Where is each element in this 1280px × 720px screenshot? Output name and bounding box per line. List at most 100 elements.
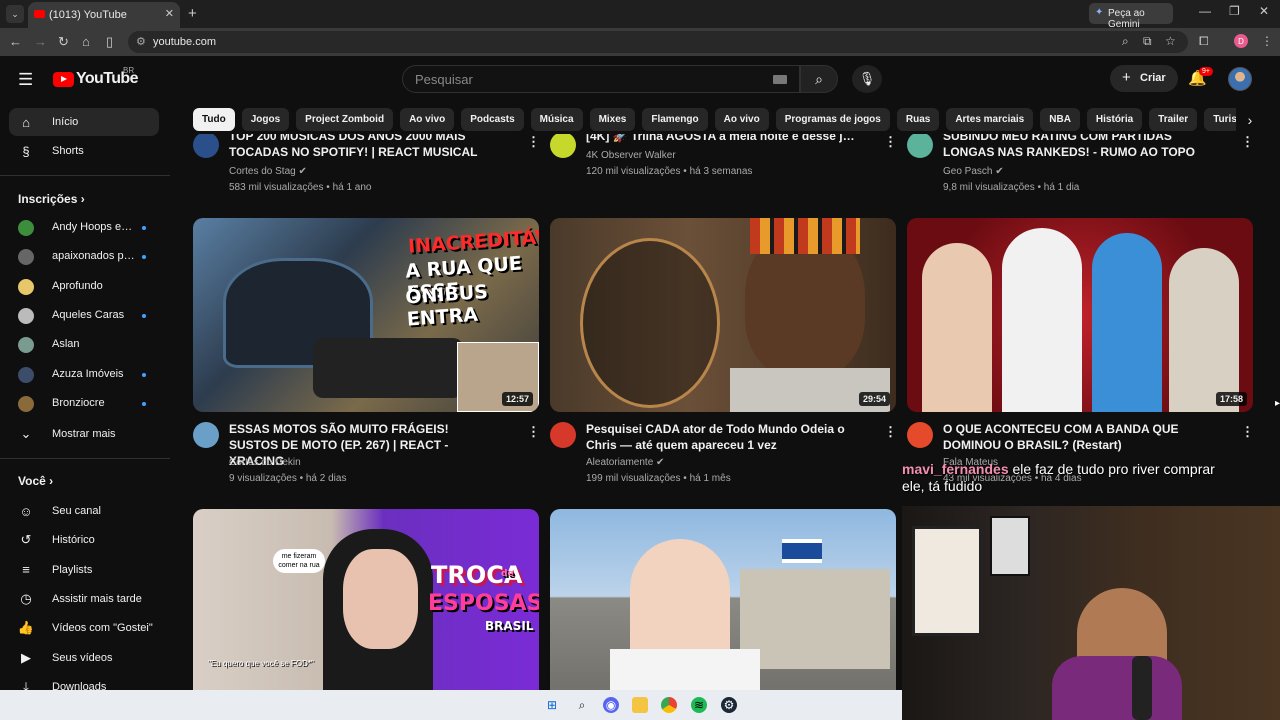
filter-chip[interactable]: Ao vivo — [400, 108, 455, 131]
chips-next-button[interactable]: › — [1236, 108, 1264, 132]
subscriptions-heading[interactable]: Inscrições › — [18, 192, 85, 206]
steam-icon[interactable]: ⚙ — [721, 697, 737, 713]
channel-avatar[interactable] — [193, 134, 219, 158]
account-avatar[interactable] — [1228, 67, 1252, 91]
channel-avatar[interactable] — [193, 422, 219, 448]
forward-icon[interactable]: → — [34, 34, 47, 49]
video-thumbnail[interactable] — [550, 509, 896, 694]
filter-chip[interactable]: Flamengo — [642, 108, 708, 131]
sidebar-item-history[interactable]: ↺ Histórico — [9, 526, 159, 554]
close-window-icon[interactable]: ✕ — [1259, 4, 1269, 18]
back-icon[interactable]: ← — [9, 34, 22, 49]
file-explorer-icon[interactable] — [632, 697, 648, 713]
channel-avatar[interactable] — [907, 134, 933, 158]
chrome-icon[interactable] — [661, 697, 677, 713]
video-title[interactable]: TOP 200 MÚSICAS DOS ANOS 2000 MAIS TOCAD… — [229, 134, 499, 160]
video-title[interactable]: O QUE ACONTECEU COM A BANDA QUE DOMINOU … — [943, 421, 1213, 453]
subscription-item[interactable]: Aprofundo — [9, 275, 159, 299]
more-options-icon[interactable]: ⋮ — [527, 424, 540, 440]
create-button[interactable]: + Criar — [1110, 65, 1178, 92]
reading-mode-icon[interactable]: ▯ — [106, 34, 113, 50]
filter-chip[interactable]: Tudo — [193, 108, 235, 131]
channel-name[interactable]: Aleatoriamente ✔ — [586, 457, 664, 468]
sidebar-item-playlists[interactable]: ≡ Playlists — [9, 556, 159, 584]
hamburger-menu-icon[interactable]: ☰ — [18, 70, 33, 90]
more-options-icon[interactable]: ⋮ — [884, 134, 897, 150]
extensions-icon[interactable]: ⧠ — [1199, 34, 1209, 49]
close-tab-icon[interactable]: ✕ — [165, 7, 174, 20]
search-input[interactable]: Pesquisar — [402, 65, 800, 93]
tab-search-icon[interactable]: ⌄ — [6, 5, 24, 23]
subscription-item[interactable]: Azuza Imóveis — [9, 363, 159, 387]
filter-chip[interactable]: Trailer — [1149, 108, 1198, 131]
windows-start-icon[interactable]: ⊞ — [544, 697, 560, 713]
channel-name[interactable]: Geo Pasch ✔ — [943, 166, 1004, 177]
channel-avatar[interactable] — [550, 422, 576, 448]
video-thumbnail[interactable]: 17:58 — [907, 218, 1253, 412]
search-icon[interactable]: ⌕ — [574, 697, 590, 713]
sidebar-item-shorts[interactable]: § Shorts — [9, 137, 159, 165]
video-title[interactable]: [4K] 🚀 Trilha AGOSTA a meia noite e dess… — [586, 134, 856, 144]
subscription-item[interactable]: Andy Hoops em ... — [9, 216, 159, 240]
filter-chip[interactable]: História — [1086, 108, 1143, 131]
url-field[interactable]: ⚙ youtube.com — [128, 31, 1188, 53]
more-options-icon[interactable]: ⋮ — [1241, 134, 1254, 150]
gemini-button[interactable]: ✦ Peça ao Gemini — [1089, 3, 1173, 30]
filter-chip[interactable]: Project Zomboid — [296, 108, 394, 131]
filter-chip[interactable]: Ruas — [896, 108, 940, 131]
browser-menu-icon[interactable]: ⋮ — [1261, 34, 1273, 48]
sidebar-item-like[interactable]: 👍 Vídeos com "Gostei" — [9, 614, 159, 642]
you-heading[interactable]: Você › — [18, 474, 53, 488]
more-options-icon[interactable]: ⋮ — [1241, 424, 1254, 440]
channel-name[interactable]: Cortes do Dekin — [229, 457, 301, 468]
subscription-item[interactable]: Bronziocre — [9, 392, 159, 416]
video-thumbnail[interactable]: me fizeram comer na rua TROCA de ESPOSAS… — [193, 509, 539, 694]
voice-search-button[interactable]: 🎙 — [852, 65, 882, 93]
browser-profile-avatar[interactable]: D — [1234, 34, 1248, 48]
band-member — [1169, 248, 1239, 412]
filter-chip[interactable]: Podcasts — [461, 108, 524, 131]
filter-chip[interactable]: Jogos — [241, 108, 290, 131]
site-info-icon[interactable]: ⚙ — [136, 35, 146, 48]
browser-tab[interactable]: (1013) YouTube ✕ — [28, 2, 180, 28]
spotify-icon[interactable]: ≋ — [691, 697, 707, 713]
zoom-icon[interactable]: ⌕ — [1122, 34, 1129, 49]
cast-icon[interactable]: ⧉ — [1143, 34, 1152, 49]
channel-avatar[interactable] — [550, 134, 576, 158]
new-content-dot — [142, 401, 146, 406]
channel-name[interactable]: 4K Observer Walker — [586, 150, 676, 161]
home-button-icon[interactable]: ⌂ — [82, 34, 90, 49]
channel-name[interactable]: Cortes do Stag ✔ — [229, 166, 307, 177]
more-options-icon[interactable]: ⋮ — [884, 424, 897, 440]
bookmark-star-icon[interactable]: ☆ — [1165, 34, 1176, 48]
sidebar-item-channel[interactable]: ☺ Seu canal — [9, 497, 159, 525]
filter-chip[interactable]: Mixes — [589, 108, 636, 131]
subscription-item[interactable]: Aslan — [9, 333, 159, 357]
sidebar-item-inicio[interactable]: ⌂ Início — [9, 108, 159, 136]
more-options-icon[interactable]: ⋮ — [527, 134, 540, 150]
minimize-icon[interactable]: — — [1199, 4, 1211, 18]
filter-chip[interactable]: Programas de jogos — [775, 108, 890, 131]
youtube-logo[interactable]: YouTube BR — [53, 66, 138, 88]
video-thumbnail[interactable]: 29:54 — [550, 218, 896, 412]
subscription-item[interactable]: apaixonados por... — [9, 245, 159, 269]
show-more-button[interactable]: ⌄ Mostrar mais — [9, 420, 159, 448]
channel-avatar[interactable] — [907, 422, 933, 448]
filter-chip[interactable]: Artes marciais — [946, 108, 1034, 131]
verified-icon: ✔ — [995, 166, 1004, 177]
sidebar-item-your-videos[interactable]: ▶ Seus vídeos — [9, 644, 159, 672]
reload-icon[interactable]: ↻ — [58, 34, 69, 50]
video-title[interactable]: SUBINDO MEU RATING COM PARTIDAS LONGAS N… — [943, 134, 1213, 160]
video-thumbnail[interactable]: INACREDITÁVEL A RUA QUE ESSE ÔNIBUS ENTR… — [193, 218, 539, 412]
new-tab-button[interactable]: + — [188, 5, 197, 22]
discord-icon[interactable]: ◉ — [603, 697, 619, 713]
filter-chip[interactable]: Ao vivo — [714, 108, 769, 131]
subscription-item[interactable]: Aqueles Caras — [9, 304, 159, 328]
filter-chip[interactable]: Música — [530, 108, 583, 131]
keyboard-icon[interactable] — [773, 75, 787, 84]
sidebar-item-watch-later[interactable]: ◷ Assistir mais tarde — [9, 585, 159, 613]
search-button[interactable]: ⌕ — [800, 65, 838, 93]
video-title[interactable]: Pesquisei CADA ator de Todo Mundo Odeia … — [586, 421, 856, 453]
filter-chip[interactable]: NBA — [1040, 108, 1080, 131]
restore-icon[interactable]: ❐ — [1229, 4, 1240, 18]
